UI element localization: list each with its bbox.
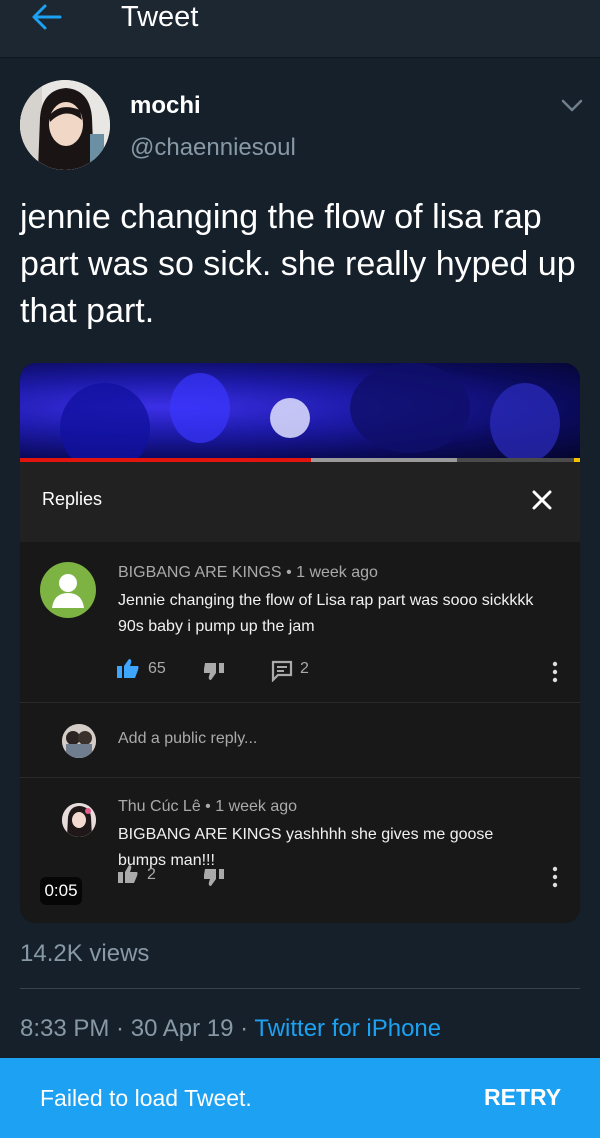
comment: BIGBANG ARE KINGS • 1 week ago Jennie ch… <box>20 542 580 702</box>
add-reply-row[interactable]: Add a public reply... <box>20 702 580 778</box>
arrow-left-icon[interactable] <box>30 2 64 32</box>
thumbs-down-icon[interactable] <box>204 661 226 681</box>
reply-comment-icon[interactable] <box>271 660 293 682</box>
top-bar: Tweet <box>0 0 600 58</box>
video-frame[interactable] <box>20 363 580 473</box>
reply-author[interactable]: Thu Cúc Lê <box>118 798 201 815</box>
reply-count: 2 <box>300 660 309 677</box>
comment-author[interactable]: BIGBANG ARE KINGS <box>118 564 282 581</box>
replies-title: Replies <box>42 489 103 509</box>
author-avatar[interactable] <box>20 80 110 170</box>
reply-like-count: 2 <box>147 866 156 883</box>
thumbs-up-icon[interactable] <box>117 864 139 884</box>
error-snackbar: Failed to load Tweet. RETRY <box>0 1058 600 1138</box>
tweet-media[interactable]: Replies BIGBANG ARE KINGS • 1 week ago J… <box>20 363 580 923</box>
tweet-source-link[interactable]: Twitter for iPhone <box>254 1015 441 1042</box>
close-icon[interactable] <box>530 488 554 512</box>
more-options-icon[interactable] <box>552 661 558 683</box>
snackbar-message: Failed to load Tweet. <box>40 1085 252 1111</box>
comment-text: Jennie changing the flow of Lisa rap par… <box>118 592 534 635</box>
commenter-avatar[interactable] <box>40 562 96 618</box>
reply-author-avatar[interactable] <box>62 803 96 837</box>
replies-header: Replies <box>20 462 580 542</box>
tweet-date: 30 Apr 19 <box>130 1015 234 1042</box>
reply-input[interactable]: Add a public reply... <box>118 730 257 748</box>
user-handle[interactable]: @chaenniesoul <box>130 134 296 162</box>
tweet-timestamp: 8:33 PM · 30 Apr 19 · Twitter for iPhone <box>20 1015 442 1042</box>
reply-text: BIGBANG ARE KINGS yashhhh she gives me g… <box>118 826 494 869</box>
chevron-down-icon[interactable] <box>560 96 584 114</box>
tweet-time: 8:33 PM <box>20 1015 110 1042</box>
view-count: 14.2K views <box>20 940 150 967</box>
display-name[interactable]: mochi <box>130 92 201 120</box>
tweet-text: jennie changing the flow of lisa rap par… <box>20 198 576 330</box>
retry-button[interactable]: RETRY <box>484 1084 561 1111</box>
reply-comment: Thu Cúc Lê • 1 week ago BIGBANG ARE KING… <box>20 778 580 923</box>
divider <box>20 988 580 989</box>
thumbs-down-icon[interactable] <box>204 867 226 887</box>
thumbs-up-icon[interactable] <box>116 657 140 679</box>
video-duration-badge: 0:05 <box>40 877 82 905</box>
like-count: 65 <box>148 660 166 677</box>
comment-time: 1 week ago <box>296 564 378 581</box>
current-user-avatar <box>62 724 96 758</box>
more-options-icon[interactable] <box>552 866 558 888</box>
page-title: Tweet <box>121 1 199 33</box>
reply-time: 1 week ago <box>215 798 298 815</box>
